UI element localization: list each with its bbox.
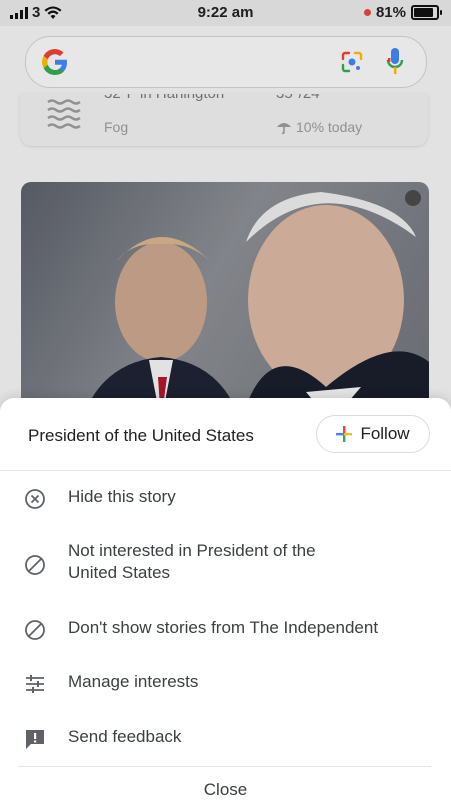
menu-item-label: Send feedback	[68, 727, 182, 746]
follow-button[interactable]: Follow	[316, 415, 430, 453]
sheet-header: President of the United States Follow	[0, 398, 451, 471]
block-icon	[25, 555, 45, 575]
follow-label: Follow	[360, 424, 410, 443]
menu-item-manage-interests[interactable]: Manage interests	[0, 671, 451, 711]
story-options-sheet: President of the United States Follow Hi…	[0, 398, 451, 800]
sliders-icon	[26, 675, 44, 693]
menu-item-label: Manage interests	[68, 672, 199, 691]
menu-item-label: Hide this story	[68, 487, 176, 506]
feedback-icon	[26, 730, 44, 749]
block-icon	[25, 620, 45, 640]
menu-item-dont-show-source[interactable]: Don't show stories from The Independent	[0, 617, 451, 657]
topic-title: President of the United States	[28, 426, 254, 445]
hide-x-icon	[25, 489, 45, 509]
sheet-divider	[18, 766, 431, 767]
close-button[interactable]: Close	[0, 780, 451, 800]
menu-item-send-feedback[interactable]: Send feedback	[0, 726, 451, 766]
menu-item-hide-story[interactable]: Hide this story	[0, 486, 451, 526]
menu-item-label: Don't show stories from The Independent	[68, 618, 379, 637]
menu-item-label: Not interested in President of the Unite…	[68, 541, 316, 582]
menu-item-not-interested[interactable]: Not interested in President of the Unite…	[0, 540, 451, 588]
plus-icon	[336, 426, 353, 442]
